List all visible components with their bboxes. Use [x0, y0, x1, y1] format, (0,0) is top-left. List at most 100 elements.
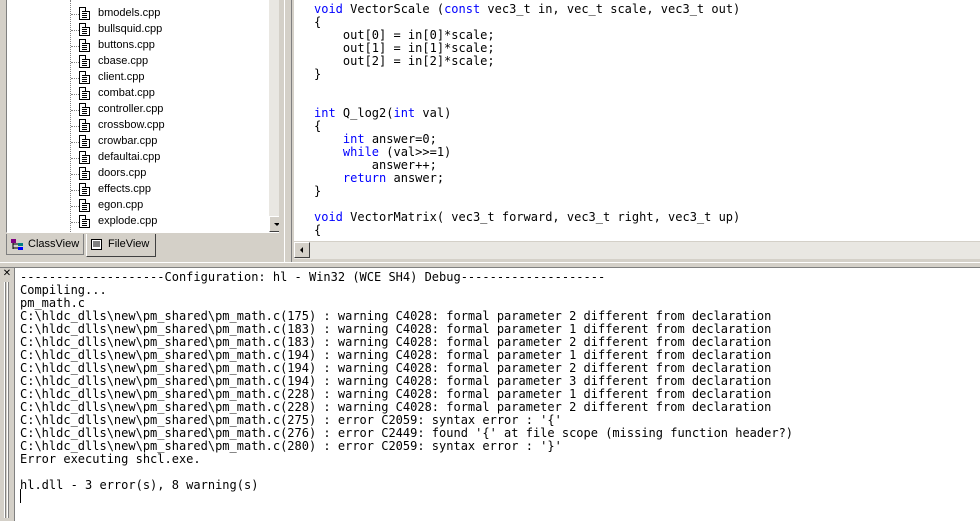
file-name: client.cpp [98, 71, 145, 83]
tree-file-item[interactable]: crowbar.cpp [7, 134, 267, 150]
code-text: vec3_t in, vec_t scale, vec3_t out) [480, 2, 741, 16]
tree-file-item[interactable]: explode.cpp [7, 214, 267, 230]
file-tree[interactable]: bmodels.cpp bullsquid.cpp buttons.cpp cbase… [6, 0, 279, 233]
tree-connector [71, 110, 79, 111]
cpp-file-icon [79, 55, 90, 68]
code-text: val) [415, 106, 452, 120]
tree-file-item[interactable]: controller.cpp [7, 102, 267, 118]
close-icon[interactable]: ✕ [2, 269, 12, 279]
cpp-file-icon [79, 183, 90, 196]
code-line: int Q_log2(int val) [314, 107, 740, 120]
workspace-splitter[interactable] [284, 0, 292, 264]
code-text: { [314, 15, 322, 29]
gripper-bars [4, 282, 5, 518]
output-line: hl.dll - 3 error(s), 8 warning(s) [20, 478, 259, 492]
editor-horizontal-scrollbar[interactable] [294, 241, 980, 259]
cpp-file-icon [79, 7, 90, 20]
fileview-icon [91, 239, 102, 250]
tab-classview-label: ClassView [28, 238, 80, 250]
tree-file-item[interactable]: combat.cpp [7, 86, 267, 102]
tree-file-item[interactable]: cbase.cpp [7, 54, 267, 70]
code-text: VectorScale ( [342, 2, 445, 16]
tree-file-item[interactable]: crossbow.cpp [7, 118, 267, 134]
tree-file-item[interactable]: defaultai.cpp [7, 150, 267, 166]
code-text: } [314, 184, 322, 198]
cpp-file-icon [79, 215, 90, 228]
tree-file-item[interactable]: egon.cpp [7, 198, 267, 214]
code-editor[interactable]: void VectorScale (const vec3_t in, vec_t… [294, 0, 980, 241]
tree-connector [71, 126, 79, 127]
code-line: { [314, 224, 740, 237]
workspace-panel: bmodels.cpp bullsquid.cpp buttons.cpp cbase… [0, 0, 292, 264]
build-output[interactable]: --------------------Configuration: hl - … [14, 268, 980, 521]
tree-file-item[interactable]: doors.cpp [7, 166, 267, 182]
file-name: explode.cpp [98, 215, 158, 227]
code-keyword: int [393, 106, 416, 120]
code-text: out[2] = in[2]*scale; [314, 54, 495, 68]
output-gripper[interactable]: ✕ [0, 268, 14, 521]
file-name: buttons.cpp [98, 39, 155, 51]
tree-file-item[interactable]: client.cpp [7, 70, 267, 86]
tree-file-item[interactable]: effects.cpp [7, 182, 267, 198]
code-keyword: void [314, 2, 343, 16]
source-code[interactable]: void VectorScale (const vec3_t in, vec_t… [314, 3, 740, 237]
tree-file-item[interactable]: bmodels.cpp [7, 6, 267, 22]
file-name: controller.cpp [98, 103, 164, 115]
cpp-file-icon [79, 87, 90, 100]
code-line: } [314, 68, 740, 81]
tree-connector [71, 222, 79, 223]
code-keyword: while [342, 145, 380, 159]
code-line: } [314, 185, 740, 198]
tree-connector [71, 206, 79, 207]
workspace-tabs: ClassView FileView [6, 234, 286, 258]
code-text: answer++; [314, 158, 437, 172]
tree-file-item[interactable]: bullsquid.cpp [7, 22, 267, 38]
code-text: answer; [386, 171, 445, 185]
code-keyword: int [314, 106, 336, 120]
output-log: --------------------Configuration: hl - … [20, 271, 793, 492]
file-name: cbase.cpp [98, 55, 149, 67]
file-name: bullsquid.cpp [98, 23, 163, 35]
code-keyword: void [314, 210, 343, 224]
output-line: Error executing shcl.exe. [20, 452, 201, 466]
tree-connector [71, 78, 79, 79]
cpp-file-icon [79, 119, 90, 132]
tree-connector [71, 30, 79, 31]
cpp-file-icon [79, 199, 90, 212]
tree-connector [71, 142, 79, 143]
tab-fileview[interactable]: FileView [86, 234, 156, 257]
tab-classview[interactable]: ClassView [6, 234, 84, 255]
file-name: defaultai.cpp [98, 151, 161, 163]
scroll-down-button[interactable] [269, 216, 279, 232]
code-text: VectorMatrix( vec3_t forward, vec3_t rig… [342, 210, 741, 224]
tab-fileview-label: FileView [108, 238, 150, 250]
cpp-file-icon [79, 71, 90, 84]
output-line: --------------------Configuration: hl - … [20, 270, 606, 284]
chevron-left-icon [300, 247, 303, 253]
code-text: answer=0; [364, 132, 437, 146]
file-name: doors.cpp [98, 167, 147, 179]
classview-icon [11, 239, 23, 250]
file-name: crossbow.cpp [98, 119, 165, 131]
code-keyword: return [342, 171, 387, 185]
cpp-file-icon [79, 135, 90, 148]
tree-connector [71, 94, 79, 95]
file-name: egon.cpp [98, 199, 144, 211]
cpp-file-icon [79, 39, 90, 52]
tree-connector [71, 14, 79, 15]
tree-connector [71, 158, 79, 159]
code-keyword: int [342, 132, 365, 146]
tree-vertical-scrollbar[interactable] [269, 0, 279, 232]
file-name: effects.cpp [98, 183, 151, 195]
scroll-left-button[interactable] [294, 242, 310, 258]
tree-connector [71, 174, 79, 175]
tree-connector [71, 190, 79, 191]
code-text: out[0] = in[0]*scale; [314, 28, 495, 42]
code-line: void VectorScale (const vec3_t in, vec_t… [314, 3, 740, 16]
code-keyword: const [444, 2, 481, 16]
code-text: } [314, 67, 322, 81]
tree-file-item[interactable]: buttons.cpp [7, 38, 267, 54]
code-line: return answer; [314, 172, 740, 185]
